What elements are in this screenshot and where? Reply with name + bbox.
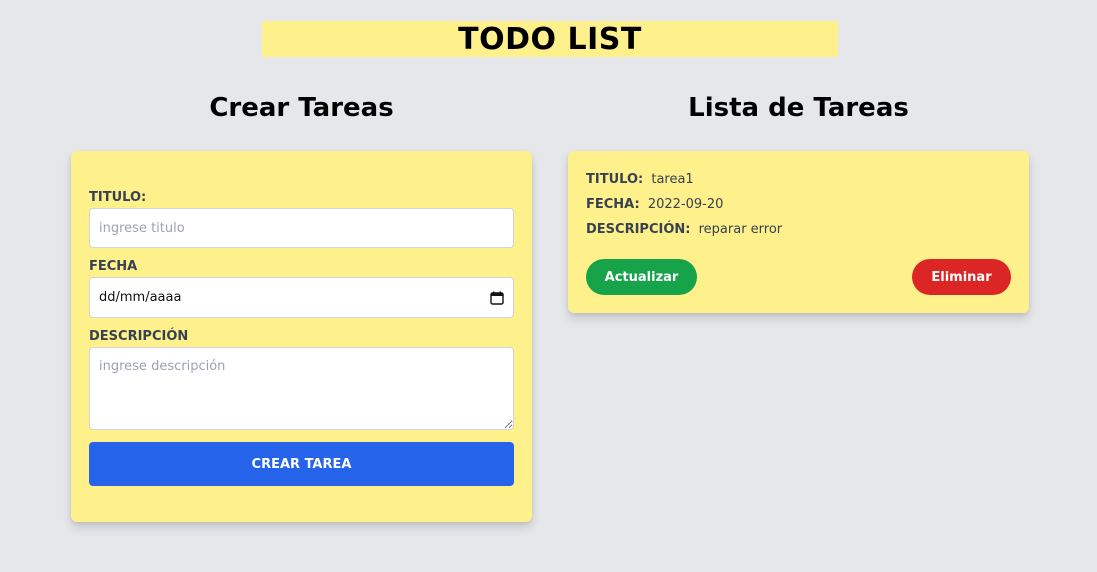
titulo-label: TITULO: bbox=[89, 190, 147, 205]
create-task-button[interactable]: CREAR TAREA bbox=[89, 442, 514, 486]
delete-task-button[interactable]: Eliminar bbox=[912, 259, 1011, 295]
update-task-button[interactable]: Actualizar bbox=[586, 259, 697, 295]
calendar-icon[interactable] bbox=[490, 291, 504, 305]
descripcion-label: DESCRIPCIÓN bbox=[89, 329, 189, 344]
descripcion-textarea[interactable] bbox=[89, 347, 514, 430]
header-banner: TODO LIST bbox=[262, 21, 838, 57]
task-fecha-value: 2022-09-20 bbox=[647, 197, 724, 212]
task-descripcion-label: DESCRIPCIÓN: bbox=[586, 222, 691, 237]
fecha-input[interactable]: dd/mm/aaaa bbox=[89, 277, 514, 318]
titulo-input[interactable] bbox=[89, 208, 514, 248]
task-titulo-row: TITULO: tarea1 bbox=[586, 172, 694, 187]
app-title: TODO LIST bbox=[458, 21, 642, 57]
fecha-label: FECHA bbox=[89, 259, 138, 274]
task-card: TITULO: tarea1 FECHA: 2022-09-20 DESCRIP… bbox=[568, 151, 1029, 313]
fecha-value: dd/mm/aaaa bbox=[99, 290, 182, 305]
list-section-title: Lista de Tareas bbox=[688, 93, 909, 123]
task-titulo-label: TITULO: bbox=[586, 172, 644, 187]
task-titulo-value: tarea1 bbox=[651, 172, 694, 187]
task-descripcion-row: DESCRIPCIÓN: reparar error bbox=[586, 222, 782, 237]
create-task-form: TITULO: FECHA dd/mm/aaaa DESCRIPCIÓN CRE… bbox=[71, 151, 532, 522]
task-descripcion-value: reparar error bbox=[698, 222, 783, 237]
task-fecha-row: FECHA: 2022-09-20 bbox=[586, 197, 723, 212]
task-fecha-label: FECHA: bbox=[586, 197, 640, 212]
create-section-title: Crear Tareas bbox=[209, 93, 394, 123]
